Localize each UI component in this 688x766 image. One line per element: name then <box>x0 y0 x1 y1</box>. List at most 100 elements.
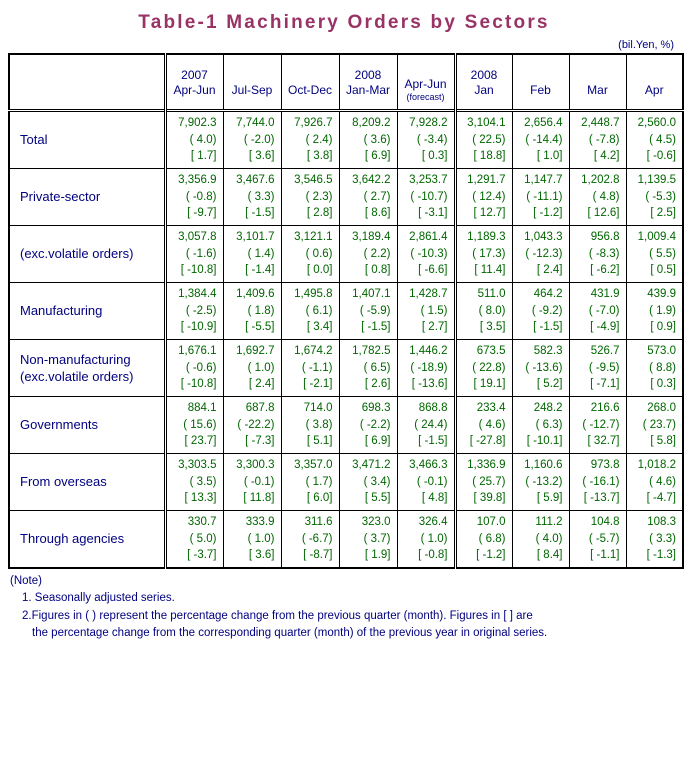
cell-value: 323.0 <box>361 516 391 529</box>
cell-yoy: [ 2.6] <box>364 378 391 391</box>
cell-qoq: ( 4.6) <box>478 418 506 431</box>
cell-qoq: ( 3.7) <box>363 532 391 545</box>
cell-value: 2,656.4 <box>524 117 563 129</box>
cell-value: 1,139.5 <box>637 174 676 187</box>
cell-qoq: ( 6.3) <box>535 418 563 431</box>
cell-qoq: ( 3.4) <box>363 475 391 488</box>
cell-r1-c8: 2,448.7 ( -7.8) [ 4.2] <box>568 108 627 170</box>
header-year <box>627 68 683 83</box>
cell-qoq: ( -22.2) <box>237 418 275 431</box>
note-line-2a: 2.Figures in ( ) represent the percentag… <box>22 609 533 622</box>
cell-yoy: [ 1.0] <box>536 150 563 163</box>
cell-qoq: ( -0.1) <box>416 475 448 488</box>
cell-yoy: [ 0.0] <box>306 264 333 277</box>
cell-yoy: [ -10.9] <box>180 321 217 334</box>
cell-yoy: [ -10.1] <box>526 435 563 448</box>
cell-value: 3,357.0 <box>294 459 333 472</box>
cell-value: 956.8 <box>590 231 620 244</box>
cell-qoq: ( 3.3) <box>247 190 275 203</box>
cell-r1-c6: 3,104.1 ( 22.5) [ 18.8] <box>453 108 513 170</box>
cell-qoq: ( -14.4) <box>525 133 563 146</box>
header-year: 2008 <box>354 68 382 82</box>
cell-yoy: [ 12.7] <box>473 207 506 220</box>
cell-r2-c2: 3,467.6 ( 3.3) [ -1.5] <box>222 168 282 227</box>
cell-value: 673.5 <box>476 345 506 358</box>
notes-heading: (Note) <box>10 575 42 588</box>
cell-value: 1,018.2 <box>637 459 676 472</box>
column-header-4: 2008 Jan-Mar <box>338 53 398 111</box>
cell-yoy: [ -1.1] <box>590 549 620 562</box>
cell-qoq: ( 4.0) <box>535 532 563 545</box>
cell-qoq: ( -16.1) <box>582 475 620 488</box>
cell-value: 3,466.3 <box>409 459 448 472</box>
cell-r2-c8: 1,202.8 ( 4.8) [ 12.6] <box>568 168 627 227</box>
cell-qoq: ( -13.6) <box>525 361 563 374</box>
cell-qoq: ( -7.8) <box>588 133 620 146</box>
cell-yoy: [ -10.8] <box>180 264 217 277</box>
column-header-2: Jul-Sep <box>222 53 282 111</box>
cell-qoq: ( 25.7) <box>472 475 506 488</box>
cell-qoq: ( 4.0) <box>189 133 217 146</box>
cell-value: 1,160.6 <box>524 459 563 472</box>
cell-qoq: ( -6.7) <box>301 532 333 545</box>
cell-qoq: ( 2.4) <box>305 133 333 146</box>
cell-value: 687.8 <box>245 402 275 415</box>
cell-qoq: ( -2.5) <box>185 304 217 317</box>
cell-yoy: [ -1.5] <box>361 321 391 334</box>
cell-value: 1,147.7 <box>524 174 563 187</box>
header-period: Jan-Mar <box>345 83 390 97</box>
cell-qoq: ( 1.5) <box>420 304 448 317</box>
cell-value: 333.9 <box>245 516 275 529</box>
cell-r5-c8: 526.7 ( -9.5) [ -7.1] <box>568 339 627 398</box>
cell-r6-c3: 714.0 ( 3.8) [ 5.1] <box>280 396 340 455</box>
cell-yoy: [ 6.9] <box>364 150 391 163</box>
cell-r1-c2: 7,744.0 ( -2.0) [ 3.6] <box>222 108 282 170</box>
cell-value: 326.4 <box>418 516 448 529</box>
cell-value: 7,926.7 <box>294 117 333 129</box>
cell-r4-c7: 464.2 ( -9.2) [ -1.5] <box>511 282 570 341</box>
cell-r7-c3: 3,357.0 ( 1.7) [ 6.0] <box>280 453 340 512</box>
table-row: (exc.volatile orders) 3,057.8 ( -1.6) [ -10… <box>8 225 684 284</box>
cell-r6-c4: 698.3 ( -2.2) [ 6.9] <box>338 396 398 455</box>
header-year <box>398 62 454 77</box>
cell-qoq: ( 6.5) <box>363 361 391 374</box>
cell-yoy: [ -7.3] <box>245 435 275 448</box>
cell-yoy: [ -1.4] <box>245 264 275 277</box>
header-year <box>282 68 339 83</box>
cell-r3-c9: 1,009.4 ( 5.5) [ 0.5] <box>625 225 684 284</box>
cell-qoq: ( 5.0) <box>189 532 217 545</box>
cell-yoy: [ 32.7] <box>587 435 620 448</box>
cell-qoq: ( -1.1) <box>301 361 333 374</box>
cell-r1-c4: 8,209.2 ( 3.6) [ 6.9] <box>338 108 398 170</box>
cell-value: 3,642.2 <box>352 174 391 187</box>
cell-yoy: [ -0.6] <box>646 150 676 163</box>
row-label-line1: Private-sector <box>20 189 101 205</box>
cell-value: 1,407.1 <box>352 288 391 301</box>
cell-qoq: ( 0.6) <box>305 247 333 260</box>
cell-yoy: [ 2.4] <box>248 378 275 391</box>
cell-qoq: ( 6.1) <box>305 304 333 317</box>
table-row: Manufacturing 1,384.4 ( -2.5) [ -10.9] 1,409… <box>8 282 684 341</box>
cell-value: 1,336.9 <box>467 459 506 472</box>
cell-qoq: ( -12.3) <box>525 247 563 260</box>
cell-yoy: [ 3.4] <box>306 321 333 334</box>
cell-yoy: [ -1.5] <box>245 207 275 220</box>
cell-yoy: [ 2.5] <box>650 207 676 220</box>
cell-qoq: ( 8.0) <box>478 304 506 317</box>
row-label-line1: (exc.volatile orders) <box>20 246 134 262</box>
cell-value: 1,202.8 <box>581 174 620 187</box>
cell-value: 1,189.3 <box>467 231 506 244</box>
cell-value: 698.3 <box>361 402 391 415</box>
cell-value: 7,928.2 <box>409 117 448 129</box>
cell-qoq: ( -11.1) <box>526 190 563 203</box>
cell-r6-c2: 687.8 ( -22.2) [ -7.3] <box>222 396 282 455</box>
row-label-7: From overseas <box>8 453 166 512</box>
cell-r1-c5: 7,928.2 ( -3.4) [ 0.3] <box>396 108 456 170</box>
cell-r8-c1: 330.7 ( 5.0) [ -3.7] <box>163 510 224 569</box>
cell-qoq: ( -0.6) <box>185 361 217 374</box>
cell-value: 3,467.6 <box>236 174 275 187</box>
cell-value: 311.6 <box>304 516 333 529</box>
row-label-line1: Manufacturing <box>20 303 103 319</box>
cell-yoy: [ 23.7] <box>184 435 217 448</box>
note-line-2b: the percentage change from the correspon… <box>32 626 548 639</box>
